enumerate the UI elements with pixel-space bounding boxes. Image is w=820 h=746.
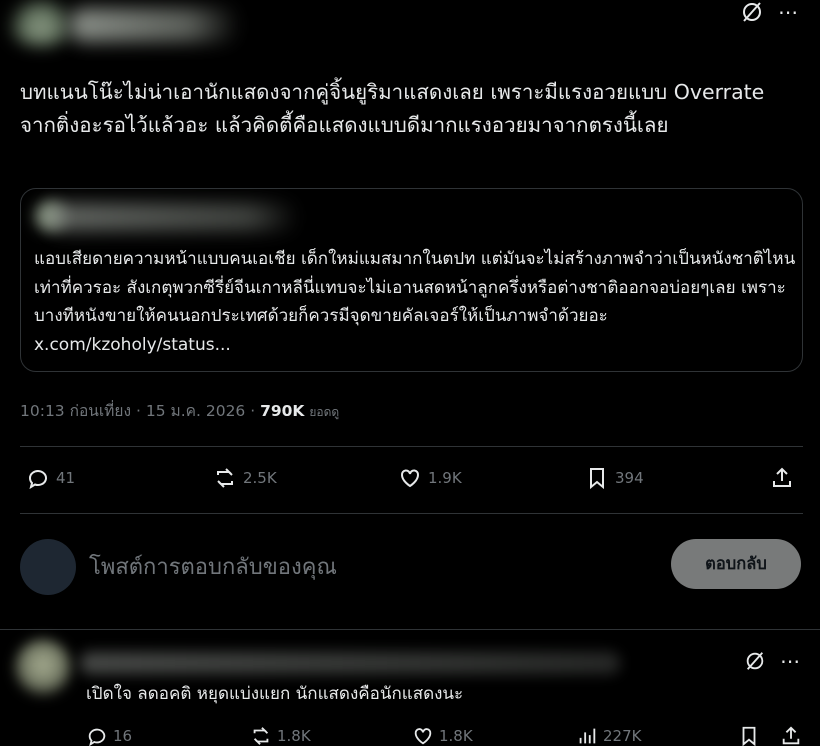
reply-count: 16 bbox=[113, 727, 133, 745]
like-count: 1.9K bbox=[428, 469, 462, 487]
view-count: 227K bbox=[603, 727, 642, 745]
like-button[interactable]: 1.8K bbox=[412, 725, 473, 746]
reply-button[interactable]: 16 bbox=[86, 725, 132, 746]
view-count: 790K bbox=[260, 402, 305, 420]
repost-icon bbox=[217, 468, 233, 488]
views-icon bbox=[579, 728, 596, 744]
reply-icon bbox=[29, 470, 47, 490]
bookmark-icon bbox=[590, 468, 604, 490]
reply-author-name-blurred[interactable] bbox=[80, 652, 620, 674]
like-count: 1.8K bbox=[439, 727, 473, 745]
view-label: ยอดดู bbox=[309, 405, 340, 419]
share-button[interactable] bbox=[780, 725, 802, 746]
my-avatar bbox=[20, 539, 76, 595]
views-button[interactable]: 227K bbox=[576, 725, 641, 746]
bookmark-button[interactable] bbox=[738, 725, 760, 746]
reply-button[interactable]: 41 bbox=[26, 466, 75, 490]
repost-icon bbox=[253, 727, 269, 745]
repost-count: 2.5K bbox=[243, 469, 277, 487]
repost-count: 1.8K bbox=[277, 727, 311, 745]
share-icon bbox=[773, 467, 791, 487]
post-timestamp[interactable]: 10:13 ก่อนเที่ยง · 15 ม.ค. 2026 · bbox=[20, 402, 260, 420]
share-button[interactable] bbox=[770, 466, 794, 490]
repost-button[interactable]: 2.5K bbox=[213, 466, 277, 490]
divider bbox=[20, 513, 803, 514]
reply-post-text: เปิดใจ ลดอคติ หยุดแบ่งแยก นักแสดงคือนักแ… bbox=[86, 684, 464, 704]
bookmark-count: 394 bbox=[615, 469, 644, 487]
author-avatar[interactable] bbox=[6, 0, 76, 46]
post-text: บทแนนโน๊ะไม่น่าเอานักแสดงจากคู่จิ้นยูริม… bbox=[20, 80, 765, 137]
reply-submit-button[interactable]: ตอบกลับ bbox=[671, 539, 801, 589]
grok-icon[interactable] bbox=[744, 650, 766, 672]
reply-icon bbox=[88, 728, 106, 746]
like-icon bbox=[414, 728, 432, 745]
bookmark-icon bbox=[742, 726, 756, 746]
grok-icon[interactable] bbox=[740, 0, 764, 24]
divider bbox=[20, 446, 803, 447]
divider bbox=[0, 629, 820, 630]
more-icon[interactable]: ⋯ bbox=[778, 2, 799, 22]
author-name-blurred[interactable] bbox=[70, 8, 240, 42]
quoted-post[interactable]: แอบเสียดายความหน้าแบบคนเอเชีย เด็กใหม่แม… bbox=[20, 188, 803, 372]
reply-post-actions: 16 1.8K 1.8K 227K bbox=[86, 725, 806, 746]
reply-author-avatar[interactable] bbox=[14, 639, 72, 697]
reply-input[interactable]: โพสต์การตอบกลับของคุณ bbox=[89, 549, 337, 584]
like-button[interactable]: 1.9K bbox=[398, 466, 462, 490]
like-icon bbox=[401, 469, 419, 488]
bookmark-button[interactable]: 394 bbox=[585, 466, 644, 490]
quoted-author-name-blurred bbox=[49, 203, 299, 231]
share-icon bbox=[782, 726, 800, 745]
quoted-post-text: แอบเสียดายความหน้าแบบคนเอเชีย เด็กใหม่แม… bbox=[34, 249, 796, 355]
repost-button[interactable]: 1.8K bbox=[250, 725, 311, 746]
post-meta: 10:13 ก่อนเที่ยง · 15 ม.ค. 2026 · 790K ย… bbox=[20, 398, 339, 423]
more-icon[interactable]: ⋯ bbox=[780, 651, 800, 671]
reply-count: 41 bbox=[56, 469, 76, 487]
post-actions: 41 2.5K 1.9K 394 bbox=[20, 466, 803, 500]
